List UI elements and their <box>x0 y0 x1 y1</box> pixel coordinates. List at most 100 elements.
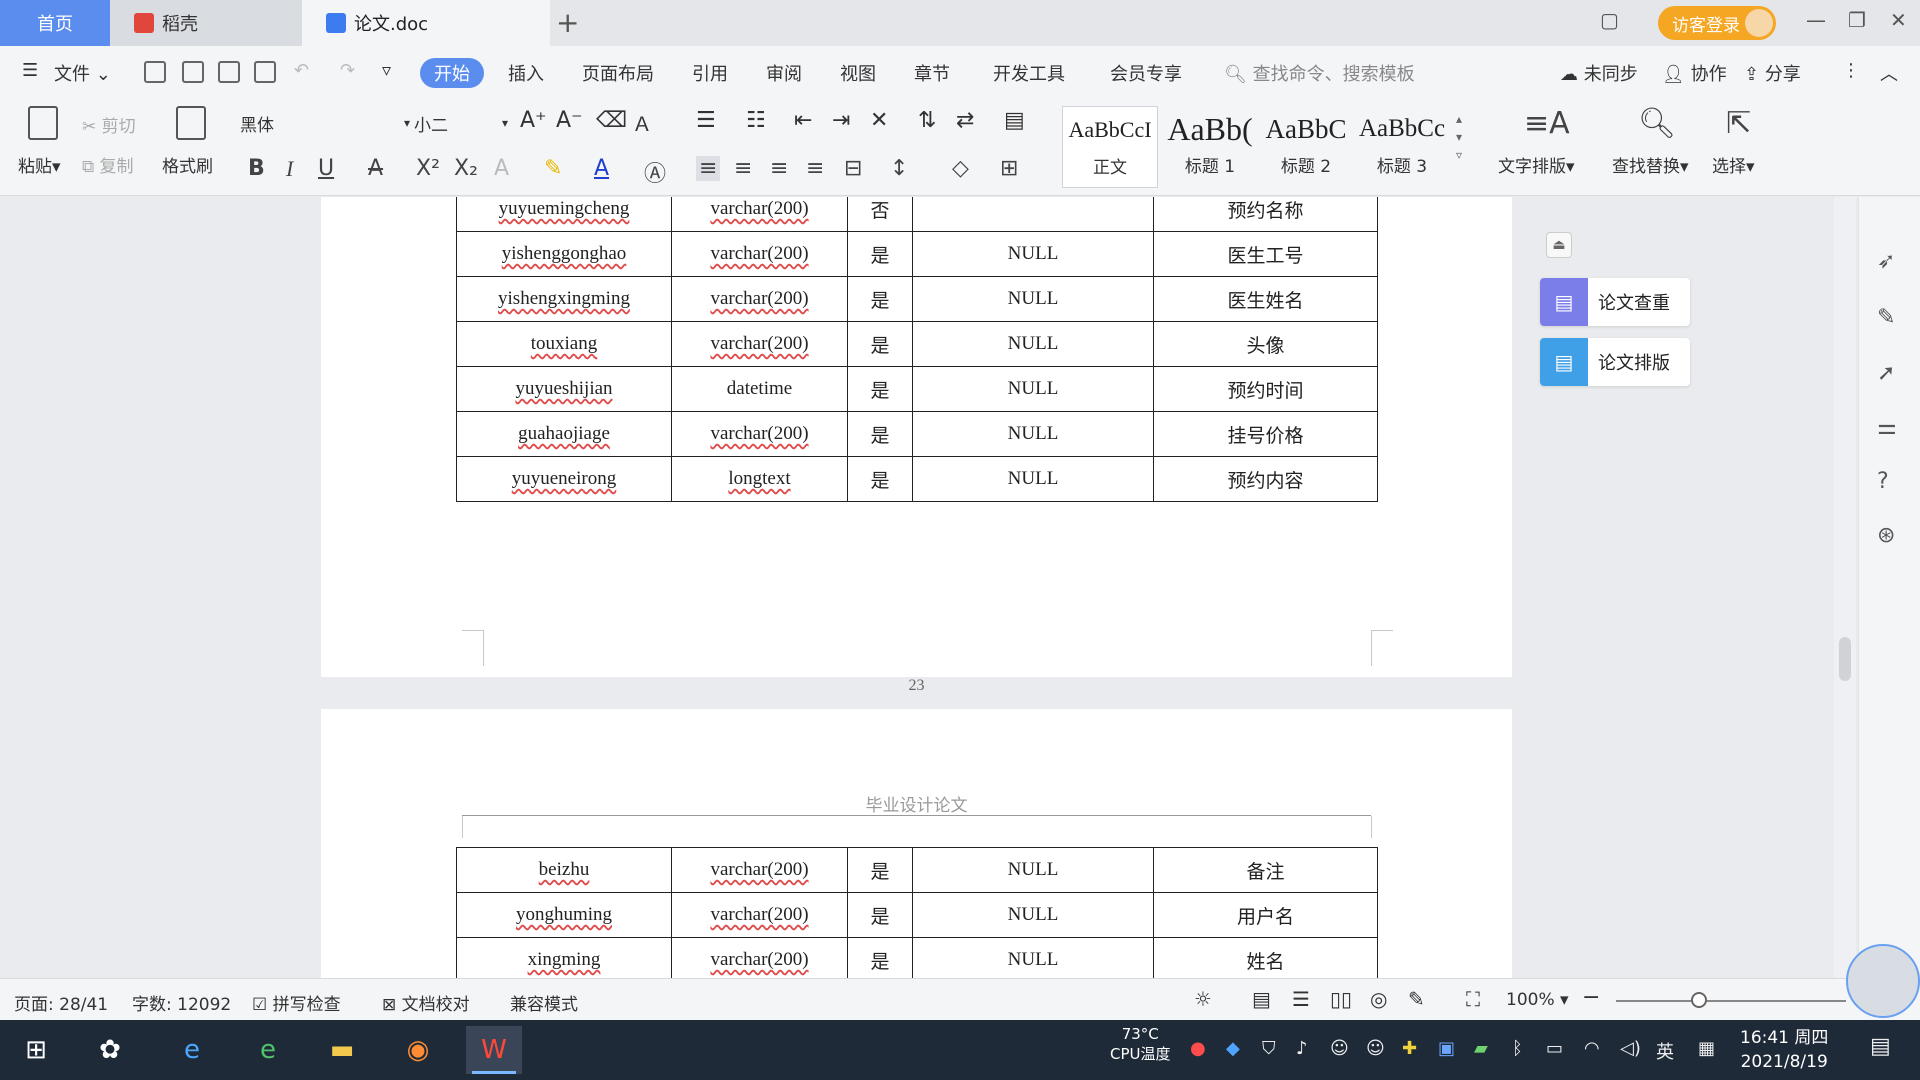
character-border-icon[interactable]: Ⓐ <box>644 156 666 188</box>
sync-status[interactable]: ☁ 未同步 <box>1560 60 1638 86</box>
volume-icon[interactable]: ◁) <box>1620 1038 1641 1059</box>
fit-page-icon[interactable]: ⛶ <box>1466 987 1480 1011</box>
collapse-panel-icon[interactable]: ⏏ <box>1546 232 1572 258</box>
window-layout-icon[interactable]: ▢ <box>1600 8 1619 32</box>
collapse-ribbon-icon[interactable]: ︿ <box>1880 60 1898 86</box>
decrease-indent-icon[interactable]: ⇤ <box>794 108 812 133</box>
menu-view[interactable]: 视图 <box>840 60 876 86</box>
print-preview-icon[interactable] <box>254 61 276 83</box>
eye-protection-icon[interactable]: ☼ <box>1194 987 1212 1011</box>
ie-browser-icon[interactable]: e <box>164 1026 220 1074</box>
hamburger-icon[interactable]: ☰ <box>22 60 38 81</box>
menu-review[interactable]: 审阅 <box>766 60 802 86</box>
format-painter-icon[interactable] <box>176 106 206 140</box>
pointer-icon[interactable]: ➚ <box>1877 361 1895 386</box>
security-icon[interactable]: ⛉ <box>1262 1038 1276 1059</box>
table-tools-icon[interactable]: ▤ <box>1004 108 1025 133</box>
windows-start-icon[interactable]: ⊞ <box>8 1026 64 1074</box>
shrink-font-icon[interactable]: A⁻ <box>556 108 583 133</box>
ime-language[interactable]: 英 <box>1656 1038 1674 1064</box>
chinese-layout-icon[interactable]: ✕ <box>870 108 888 133</box>
style-heading-1[interactable]: AaBb( 标题 1 <box>1162 106 1258 188</box>
styles-scroll-icon[interactable]: ▴ ▾ ▿ <box>1456 110 1462 164</box>
nvidia-icon[interactable]: ▰ <box>1474 1038 1488 1059</box>
grow-font-icon[interactable]: A⁺ <box>520 108 547 133</box>
bold-icon[interactable]: B <box>248 156 265 181</box>
superscript-icon[interactable]: X² <box>416 156 440 181</box>
customize-dropdown-icon[interactable]: ▿ <box>382 60 391 81</box>
reading-view-icon[interactable]: ▯▯ <box>1330 987 1352 1011</box>
zoom-level[interactable]: 100% ▾ <box>1506 990 1569 1010</box>
borders-icon[interactable]: ⊞ <box>1000 156 1018 181</box>
font-size-select[interactable]: 小二 ▾ <box>414 108 508 138</box>
zoom-slider[interactable] <box>1616 1000 1846 1002</box>
menu-references[interactable]: 引用 <box>692 60 728 86</box>
strikethrough-icon[interactable]: A <box>368 156 383 181</box>
copy-button[interactable]: ⧉ 复制 <box>82 152 134 177</box>
subscript-icon[interactable]: X₂ <box>454 156 478 181</box>
style-heading-3[interactable]: AaBbCc 标题 3 <box>1354 106 1450 188</box>
select-cursor-icon[interactable]: ⇱ <box>1726 106 1751 141</box>
zoom-slider-handle[interactable] <box>1690 992 1707 1008</box>
more-options-icon[interactable]: ⋮ <box>1842 60 1860 81</box>
align-center-icon[interactable]: ≡ <box>734 156 752 181</box>
font-name-select[interactable]: 黑体 ▾ <box>240 108 410 138</box>
vertical-scrollbar[interactable] <box>1834 197 1856 978</box>
style-heading-2[interactable]: AaBbC 标题 2 <box>1258 106 1354 188</box>
scrollbar-thumb[interactable] <box>1839 637 1851 681</box>
tab-home[interactable]: 首页 <box>0 0 110 46</box>
new-tab-button[interactable]: + <box>556 6 579 39</box>
style-normal[interactable]: AaBbCcI 正文 <box>1062 106 1158 188</box>
browser-360-icon[interactable]: e <box>240 1026 296 1074</box>
page-view-icon[interactable]: ▤ <box>1252 987 1271 1011</box>
menu-file[interactable]: 文件 ⌄ <box>54 60 111 86</box>
display-icon[interactable]: ▣ <box>1438 1038 1455 1059</box>
save-icon[interactable] <box>144 61 166 83</box>
file-explorer-icon[interactable]: ▬ <box>314 1026 370 1074</box>
undo-icon[interactable]: ↶ <box>294 60 309 81</box>
paste-button[interactable]: 粘贴▾ <box>18 152 61 177</box>
italic-icon[interactable]: I <box>286 156 293 182</box>
sort-icon[interactable]: ⇅ <box>918 108 936 133</box>
print-icon[interactable] <box>218 61 240 83</box>
tab-document[interactable]: 论文.doc <box>302 0 550 46</box>
page-indicator[interactable]: 页面: 28/41 <box>14 990 108 1015</box>
cpu-temperature[interactable]: 73°C CPU温度 <box>1110 1024 1171 1064</box>
numbered-list-icon[interactable]: ☷ <box>746 108 766 133</box>
pen-icon[interactable]: ✎ <box>1877 305 1895 330</box>
paper-check-button[interactable]: ▤ 论文查重 <box>1540 278 1690 326</box>
align-right-icon[interactable]: ≡ <box>770 156 788 181</box>
clear-format-icon[interactable]: ⌫ <box>596 108 627 133</box>
text-effect-icon[interactable]: A <box>494 156 509 181</box>
align-left-icon[interactable]: ≡ <box>696 156 721 181</box>
spell-check-button[interactable]: ☑ 拼写检查 <box>252 990 341 1015</box>
show-marks-icon[interactable]: ⇄ <box>956 108 974 133</box>
rocket-icon[interactable]: ➶ <box>1877 249 1895 274</box>
font-color-icon[interactable]: A <box>594 156 609 181</box>
outline-view-icon[interactable]: ☰ <box>1292 987 1310 1011</box>
help-icon[interactable]: ? <box>1877 469 1889 494</box>
page[interactable]: 毕业设计论文 beizhu varchar(200) 是 NULL 备注 yonghumi… <box>321 709 1512 978</box>
minimize-button[interactable]: — <box>1806 8 1826 32</box>
menu-page-layout[interactable]: 页面布局 <box>582 60 654 86</box>
text-layout-icon[interactable]: ≡A <box>1524 106 1570 141</box>
text-layout-button[interactable]: 文字排版▾ <box>1498 152 1575 177</box>
distributed-align-icon[interactable]: ⊟ <box>844 156 862 181</box>
paste-icon[interactable] <box>28 106 58 140</box>
format-painter-button[interactable]: 格式刷 <box>162 152 213 177</box>
battery-icon[interactable]: ▭ <box>1546 1038 1563 1059</box>
highlight-icon[interactable]: ✎ <box>544 156 562 181</box>
justify-icon[interactable]: ≡ <box>806 156 824 181</box>
page[interactable]: yuyuemingcheng varchar(200) 否 预约名称 yishenggo… <box>321 197 1512 694</box>
export-icon[interactable] <box>182 61 204 83</box>
network-app-icon[interactable]: ◆ <box>1226 1038 1240 1059</box>
menu-chapter[interactable]: 章节 <box>914 60 950 86</box>
bullet-list-icon[interactable]: ☰ <box>696 108 716 133</box>
find-replace-button[interactable]: 查找替换▾ <box>1612 152 1689 177</box>
app-tray-icon[interactable]: ✚ <box>1402 1038 1417 1059</box>
restore-button[interactable]: ❐ <box>1848 8 1866 32</box>
command-search[interactable]: 🔍︎ 查找命令、搜索模板 <box>1224 60 1415 86</box>
qq-icon[interactable]: ☺ <box>1330 1038 1349 1059</box>
share-button[interactable]: ⇪ 分享 <box>1744 60 1801 86</box>
underline-icon[interactable]: U <box>318 156 334 181</box>
